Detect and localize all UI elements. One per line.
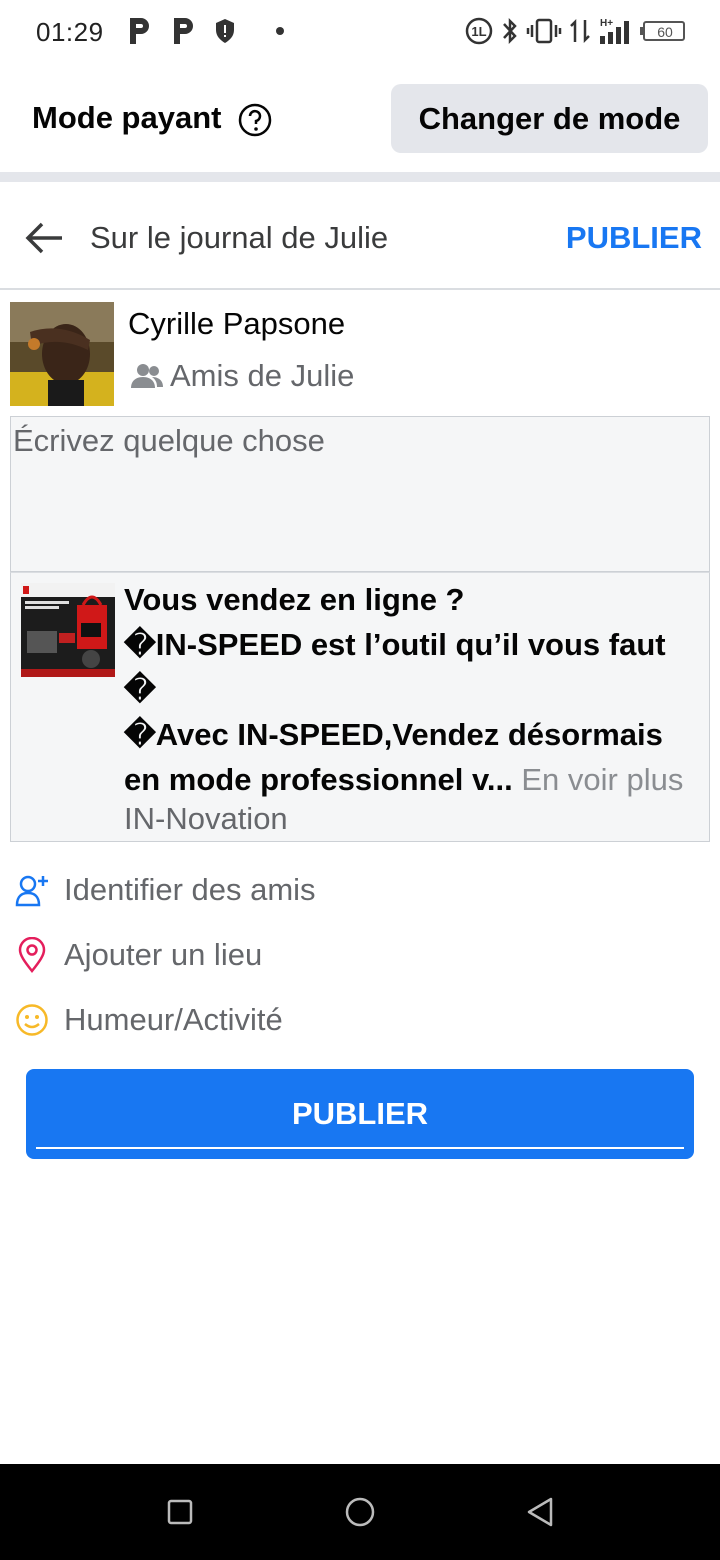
tag-friends-action[interactable]: Identifier des amis [14, 865, 316, 915]
triangle-back-icon [527, 1497, 553, 1527]
data-transfer-icon [570, 18, 590, 44]
link-line: Vous vendez en ligne ? [124, 582, 465, 617]
svg-text:1L: 1L [471, 24, 486, 39]
sim-1-icon: 1L [465, 17, 493, 45]
thumbnail-image [21, 583, 115, 677]
recent-apps-button[interactable] [160, 1492, 200, 1532]
shared-link-card[interactable]: Vous vendez en ligne ? �IN-SPEED est l’o… [10, 572, 710, 842]
battery-icon: 60 [640, 21, 685, 41]
link-line: �Avec IN-SPEED,Vendez désormais [124, 717, 663, 752]
tag-friends-icon [14, 872, 50, 908]
button-underline [36, 1147, 684, 1149]
change-mode-button[interactable]: Changer de mode [391, 84, 708, 153]
action-label: Ajouter un lieu [64, 937, 263, 972]
avatar-photo [10, 302, 114, 406]
status-bar: 01:29 1L H+ 60 [0, 0, 720, 66]
bluetooth-icon [503, 17, 517, 45]
friends-icon [131, 364, 163, 388]
link-source: IN-Novation [124, 801, 288, 836]
smiley-icon [14, 1002, 50, 1038]
circle-icon [345, 1497, 375, 1527]
audience-selector[interactable]: Amis de Julie [130, 358, 354, 394]
square-icon [167, 1499, 193, 1525]
publish-button-label: PUBLIER [291, 1096, 429, 1131]
system-navigation-bar [0, 1464, 720, 1560]
feeling-activity-action[interactable]: Humeur/Activité [14, 995, 283, 1045]
avatar [10, 302, 114, 406]
action-label: Identifier des amis [64, 872, 316, 907]
parking-icon [130, 18, 149, 44]
action-label: Humeur/Activité [64, 1002, 283, 1037]
link-line: en mode professionnel v... [124, 762, 513, 797]
composer-header: Sur le journal de Julie PUBLIER [0, 182, 720, 290]
back-arrow-icon[interactable] [24, 220, 64, 256]
post-text-field[interactable]: Écrivez quelque chose [10, 416, 710, 572]
link-line: �IN-SPEED est l’outil qu’il vous faut [124, 627, 666, 662]
home-button[interactable] [340, 1492, 380, 1532]
svg-text:60: 60 [657, 24, 673, 40]
page-title: Sur le journal de Julie [90, 220, 389, 255]
more-notifications-dot [276, 27, 284, 35]
parking-icon [174, 18, 193, 44]
svg-text:H+: H+ [600, 18, 613, 29]
link-description: Vous vendez en ligne ? �IN-SPEED est l’o… [124, 577, 706, 802]
add-location-action[interactable]: Ajouter un lieu [14, 930, 262, 980]
author-name: Cyrille Papsone [128, 306, 346, 341]
header-publish-button[interactable]: PUBLIER [566, 220, 702, 256]
location-pin-icon [14, 937, 50, 973]
link-line: � [124, 672, 156, 707]
status-time: 01:29 [36, 17, 104, 47]
see-more-link[interactable]: En voir plus [521, 762, 683, 797]
mode-title: Mode payant [32, 100, 222, 135]
divider [0, 172, 720, 182]
system-icons: 1L H+ 60 [464, 16, 686, 46]
shield-icon [216, 19, 234, 43]
link-thumbnail [21, 583, 115, 677]
help-icon[interactable] [238, 103, 272, 137]
publish-button[interactable]: PUBLIER [26, 1069, 694, 1159]
signal-icon: H+ [600, 18, 629, 44]
vibrate-icon [526, 18, 562, 44]
back-button[interactable] [520, 1492, 560, 1532]
link-line-truncated: en mode professionnel v... En voir plus [124, 757, 706, 802]
notification-icons [126, 16, 284, 46]
post-placeholder: Écrivez quelque chose [13, 423, 325, 458]
audience-label: Amis de Julie [170, 358, 355, 393]
